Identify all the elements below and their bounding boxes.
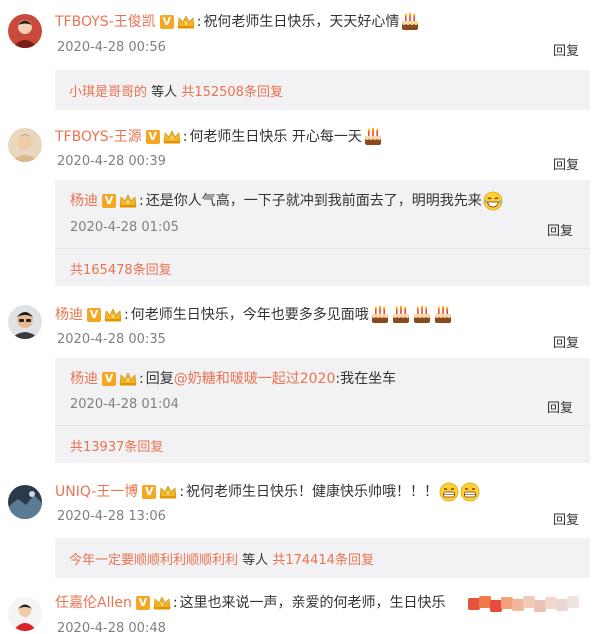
avatar[interactable] [8, 305, 42, 339]
reply-count-link[interactable]: 共174414条回复 [272, 553, 374, 568]
verified-badge-icon: V [142, 485, 157, 499]
reply-count-link[interactable]: 共165478条回复 [70, 263, 172, 278]
verified-badge-icon: V [102, 372, 116, 386]
reply-button[interactable]: 回复 [547, 397, 573, 416]
username[interactable]: TFBOYS-王源 [55, 128, 142, 146]
grin-emoji-icon [460, 482, 480, 502]
timestamp: 2020-4-28 01:05 [70, 220, 179, 235]
reply-summary[interactable]: 今年一定要顺顺利利顺顺利利 等人 共174414条回复 [55, 538, 590, 578]
comment-text: 祝何老师生日快乐，天天好心情 [203, 14, 400, 30]
reply-button[interactable]: 回复 [553, 509, 579, 528]
verified-badge-icon: V [159, 15, 174, 29]
reply-button[interactable]: 回复 [547, 220, 573, 239]
comment-text: 祝何老师生日快乐！健康快乐帅哦！！！ [186, 484, 439, 500]
timestamp: 2020-4-28 13:06 [57, 509, 166, 524]
crown-badge-icon [177, 15, 195, 29]
username[interactable]: UNIQ-王一博 [55, 483, 138, 501]
username[interactable]: 杨迪 [55, 306, 83, 324]
cake-emoji-icon [370, 305, 390, 325]
cake-emoji-icon [412, 305, 432, 325]
reply-button[interactable]: 回复 [553, 332, 579, 351]
timestamp: 2020-4-28 00:56 [57, 40, 166, 55]
crown-badge-icon [119, 194, 137, 208]
timestamp: 2020-4-28 00:35 [57, 332, 166, 347]
watermark-mosaic [468, 594, 588, 614]
mention-link[interactable]: @奶糖和啵啵一起过2020 [174, 370, 336, 388]
comment-text: :我在坐车 [335, 371, 397, 387]
cake-emoji-icon [363, 127, 383, 147]
verified-badge-icon: V [135, 596, 150, 610]
username[interactable]: 任嘉伦Allen [55, 594, 132, 612]
crown-badge-icon [119, 372, 137, 386]
username[interactable]: 杨迪 [70, 370, 98, 388]
crown-badge-icon [104, 308, 122, 322]
reply-summary[interactable]: 小琪是哥哥的 等人 共152508条回复 [55, 70, 590, 110]
grin-emoji-icon [439, 482, 459, 502]
comment-text: 这里也来说一声，亲爱的何老师，生日快乐 [179, 595, 446, 611]
crown-badge-icon [153, 596, 171, 610]
reply-prefix: 回复 [145, 371, 174, 387]
comment-text: 何老师生日快乐 开心每一天 [189, 129, 362, 145]
crown-badge-icon [159, 485, 177, 499]
verified-badge-icon: V [145, 130, 160, 144]
avatar[interactable] [8, 597, 42, 631]
verified-badge-icon: V [87, 308, 101, 322]
reply-user-link[interactable]: 今年一定要顺顺利利顺顺利利 [69, 553, 238, 568]
timestamp: 2020-4-28 00:48 [57, 621, 166, 634]
verified-badge-icon: V [102, 194, 116, 208]
laughing-emoji-icon [483, 191, 503, 211]
reply-count-link[interactable]: 共152508条回复 [181, 85, 283, 100]
cake-emoji-icon [391, 305, 411, 325]
reply-count-link[interactable]: 共13937条回复 [70, 440, 163, 455]
avatar[interactable] [8, 14, 42, 48]
timestamp: 2020-4-28 01:04 [70, 397, 179, 412]
avatar[interactable] [8, 128, 42, 162]
reply-button[interactable]: 回复 [553, 40, 579, 59]
reply-button[interactable]: 回复 [553, 154, 579, 173]
divider [55, 425, 590, 426]
comment-text: 还是你人气高，一下子就冲到我前面去了，明明我先来 [145, 193, 482, 209]
cake-emoji-icon [400, 12, 420, 32]
divider [55, 248, 590, 249]
avatar[interactable] [8, 485, 42, 519]
cake-emoji-icon [433, 305, 453, 325]
username[interactable]: TFBOYS-王俊凯 [55, 13, 156, 31]
timestamp: 2020-4-28 00:39 [57, 154, 166, 169]
comment-text: 何老师生日快乐，今年也要多多见面哦 [130, 307, 369, 323]
username[interactable]: 杨迪 [70, 192, 98, 210]
reply-user-link[interactable]: 小琪是哥哥的 [69, 85, 147, 100]
crown-badge-icon [163, 130, 181, 144]
